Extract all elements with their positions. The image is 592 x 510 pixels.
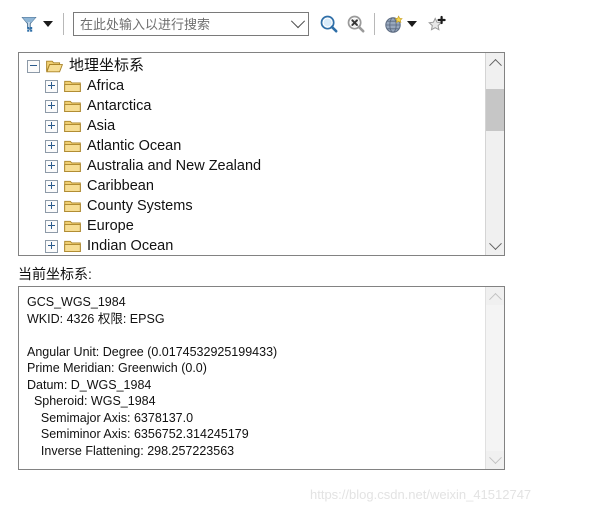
detail-line [27, 327, 485, 344]
search-chevron-down-icon[interactable] [288, 13, 308, 35]
collapse-minus-icon[interactable] [27, 59, 40, 73]
chevron-up-icon [488, 292, 502, 306]
coordinate-system-tree-panel[interactable]: 地理坐标系 Africa Antarctica Asia Atlantic Ocean… [18, 52, 505, 256]
tree-row-item[interactable]: Antarctica [19, 96, 485, 116]
magnifier-search-icon[interactable] [318, 13, 340, 35]
globe-star-icon[interactable] [382, 13, 404, 35]
detail-line: Semiminor Axis: 6356752.314245179 [27, 427, 249, 441]
expand-plus-icon[interactable] [45, 99, 58, 113]
expand-plus-icon[interactable] [45, 219, 58, 233]
folder-closed-icon [64, 119, 81, 133]
tree-item-label: Africa [87, 78, 125, 94]
expand-plus-icon[interactable] [45, 179, 58, 193]
tree-item-label: Caribbean [87, 178, 154, 194]
folder-closed-icon [64, 219, 81, 233]
tree-row-item[interactable]: Africa [19, 76, 485, 96]
chevron-down-icon [488, 450, 502, 464]
star-add-icon[interactable] [425, 13, 447, 35]
folder-closed-icon [64, 139, 81, 153]
tree-row-item[interactable]: Australia and New Zealand [19, 156, 485, 176]
expand-plus-icon[interactable] [45, 199, 58, 213]
coordinate-system-detail-text: GCS_WGS_1984 WKID: 4326 权限: EPSG Angular … [19, 287, 485, 469]
chevron-up-icon [488, 58, 502, 72]
expand-plus-icon[interactable] [45, 119, 58, 133]
folder-closed-icon [64, 239, 81, 253]
tree-scrollbar-thumb[interactable] [486, 89, 504, 131]
detail-line: Angular Unit: Degree (0.0174532925199433… [27, 344, 278, 359]
detail-line: Prime Meridian: Greenwich (0.0) [27, 361, 207, 375]
expand-plus-icon[interactable] [45, 239, 58, 253]
tree-item-label: Asia [87, 118, 116, 134]
tree-row-item[interactable]: Asia [19, 116, 485, 136]
tree-item-label: Australia and New Zealand [87, 158, 262, 174]
tree-root-label: 地理坐标系 [69, 57, 145, 74]
tree-scrollbar[interactable] [485, 53, 504, 255]
detail-line: Spheroid: WGS_1984 [27, 394, 156, 408]
filter-dropdown-chevron-down-icon[interactable] [43, 21, 53, 27]
detail-line: WKID: 4326 权限: EPSG [27, 311, 165, 326]
expand-plus-icon[interactable] [45, 159, 58, 173]
folder-closed-icon [64, 79, 81, 93]
tree-row-item[interactable]: Europe [19, 216, 485, 236]
folder-closed-icon [64, 159, 81, 173]
tree-children[interactable]: Africa Antarctica Asia Atlantic Ocean Austra… [19, 76, 485, 255]
tree-scroll-up-button[interactable] [486, 53, 504, 72]
expand-plus-icon[interactable] [45, 139, 58, 153]
watermark: https://blog.csdn.net/weixin_41512747 [310, 487, 532, 502]
folder-open-icon [46, 59, 64, 73]
toolbar [0, 0, 592, 48]
funnel-filter-icon[interactable] [18, 13, 40, 35]
coordinate-system-detail-panel[interactable]: GCS_WGS_1984 WKID: 4326 权限: EPSG Angular … [18, 286, 505, 470]
folder-closed-icon [64, 199, 81, 213]
search-combobox[interactable] [73, 12, 309, 36]
toolbar-separator-2 [374, 13, 375, 35]
tree-item-label: Indian Ocean [87, 238, 174, 254]
detail-line: Inverse Flattening: 298.257223563 [27, 443, 235, 458]
expand-plus-icon[interactable] [45, 79, 58, 93]
tree-row-item[interactable]: County Systems [19, 196, 485, 216]
detail-scroll-up-button[interactable] [486, 287, 504, 306]
folder-closed-icon [64, 99, 81, 113]
tree-item-label: County Systems [87, 198, 193, 214]
tree-row-root[interactable]: 地理坐标系 [19, 56, 485, 76]
toolbar-separator-1 [63, 13, 64, 35]
tree-item-label: Europe [87, 218, 134, 234]
magnifier-clear-icon[interactable] [345, 13, 367, 35]
search-input[interactable] [74, 13, 288, 35]
current-coordinate-system-label: 当前坐标系: [18, 266, 92, 282]
tree-row-item[interactable]: Atlantic Ocean [19, 136, 485, 156]
tree-item-label: Antarctica [87, 98, 152, 114]
detail-scroll-down-button[interactable] [486, 450, 504, 469]
chevron-down-icon [488, 236, 502, 250]
tree-scroll-down-button[interactable] [486, 236, 504, 255]
detail-line: Datum: D_WGS_1984 [27, 377, 152, 392]
tree-row-item[interactable]: Indian Ocean [19, 236, 485, 255]
detail-line: Semimajor Axis: 6378137.0 [27, 410, 194, 425]
folder-closed-icon [64, 179, 81, 193]
detail-line: GCS_WGS_1984 [27, 295, 126, 309]
detail-scrollbar[interactable] [485, 287, 504, 469]
globe-dropdown-chevron-down-icon[interactable] [407, 21, 417, 27]
tree-item-label: Atlantic Ocean [87, 138, 182, 154]
tree-list[interactable]: 地理坐标系 Africa Antarctica Asia Atlantic Ocean… [19, 53, 485, 255]
tree-row-item[interactable]: Caribbean [19, 176, 485, 196]
